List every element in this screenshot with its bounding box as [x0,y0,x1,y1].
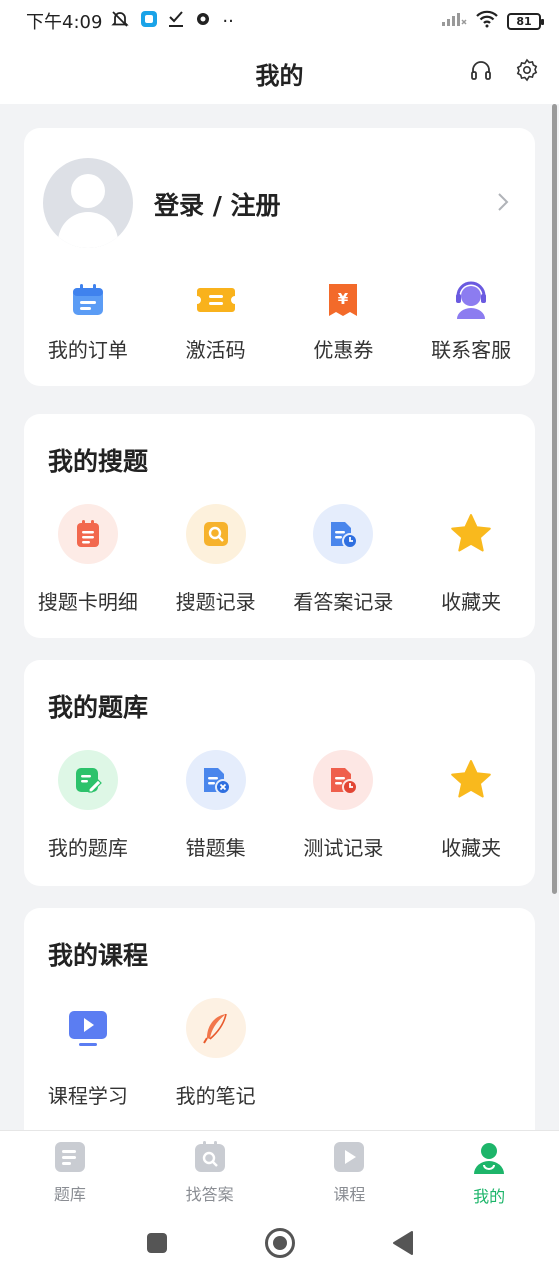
star-icon [441,504,501,564]
shortcut-coupons[interactable]: ¥ 优惠券 [280,280,408,363]
course-items: 课程学习 我的笔记 [24,998,535,1109]
tab-label: 我的 [473,1187,506,1206]
tab-label: 找答案 [185,1185,234,1204]
main-content: 登录 / 注册 我的订单 激活码 ¥ 优惠券 联系客服 我的搜题 搜题卡明细 搜… [0,104,559,1130]
answer-history-item[interactable]: 看答案记录 [280,504,408,615]
tab-courses[interactable]: 课程 [280,1131,420,1210]
tab-label: 课程 [333,1185,366,1204]
home-circle-icon[interactable] [264,1227,296,1263]
more-dots-icon: ·· [222,10,234,32]
status-right-icons: 81 [441,10,544,33]
search-doc-icon [185,504,246,564]
person-tab-icon [472,1141,506,1179]
svg-text:¥: ¥ [338,290,349,308]
shortcut-label: 激活码 [185,338,246,362]
bell-muted-icon [110,9,130,34]
test-history-item[interactable]: 测试记录 [280,750,408,861]
section-title: 我的搜题 [48,447,149,476]
item-label: 搜题卡明细 [37,590,138,614]
shortcut-label: 我的订单 [47,338,128,362]
play-screen-icon [58,998,118,1058]
avatar[interactable] [43,158,133,248]
bank-section-card: 我的题库 我的题库 错题集 测试记录 收藏夹 [24,660,535,886]
search-history-item[interactable]: 搜题记录 [152,504,280,615]
gear-small-icon [194,10,212,33]
shortcut-label: 联系客服 [431,338,512,362]
page-title: 我的 [255,61,304,90]
tab-find-answers[interactable]: 找答案 [140,1131,280,1210]
shortcut-customer-service[interactable]: 联系客服 [407,280,535,363]
section-title: 我的课程 [48,941,149,970]
edit-doc-icon [57,750,118,810]
bank-items: 我的题库 错题集 测试记录 收藏夹 [24,750,535,861]
tab-mine[interactable]: 我的 [419,1131,559,1210]
signal-icon [441,11,467,32]
wrong-questions-item[interactable]: 错题集 [152,750,280,861]
check-download-icon [168,10,184,33]
shortcut-activation-code[interactable]: 激活码 [152,280,280,363]
app-notification-icon [140,10,158,33]
my-notes-item[interactable]: 我的笔记 [152,998,280,1109]
tab-question-bank[interactable]: 题库 [0,1131,140,1210]
status-left-icons: ·· [110,9,234,34]
shortcut-label: 优惠券 [313,338,374,362]
wifi-icon [475,10,499,33]
item-label: 收藏夹 [441,836,502,860]
item-label: 看答案记录 [293,590,394,614]
item-label: 我的题库 [47,836,128,860]
calendar-order-icon [68,280,108,320]
login-register-link[interactable]: 登录 / 注册 [154,186,281,222]
battery-indicator: 81 [507,12,544,30]
search-card-detail-item[interactable]: 搜题卡明细 [24,504,152,615]
item-label: 收藏夹 [441,590,502,614]
profile-shortcuts: 我的订单 激活码 ¥ 优惠券 联系客服 [24,280,535,363]
headphones-icon[interactable] [469,58,493,86]
doc-clock-icon [313,504,374,564]
yuan-coupon-icon: ¥ [323,280,363,320]
headset-agent-icon [451,280,491,320]
system-nav-bar [0,1210,559,1280]
search-tab-icon [194,1141,226,1177]
bank-favorites-item[interactable]: 收藏夹 [407,750,535,861]
favorites-item[interactable]: 收藏夹 [407,504,535,615]
search-items: 搜题卡明细 搜题记录 看答案记录 收藏夹 [24,504,535,615]
item-label: 我的笔记 [175,1084,256,1108]
my-question-bank-item[interactable]: 我的题库 [24,750,152,861]
section-title: 我的题库 [48,693,149,722]
tab-label: 题库 [53,1185,86,1204]
status-time: 下午4:09 [26,12,103,33]
recents-square-icon[interactable] [146,1232,168,1258]
play-tab-icon [333,1141,365,1177]
doc-error-icon [185,750,246,810]
feather-icon [185,998,246,1058]
notepad-icon [57,504,118,564]
chevron-right-icon[interactable] [497,192,509,218]
back-triangle-icon[interactable] [392,1230,414,1260]
item-label: 搜题记录 [175,590,256,614]
page-header: 我的 [0,42,559,104]
star-icon [441,750,501,810]
item-label: 测试记录 [303,836,384,860]
ticket-code-icon [196,280,236,320]
doc-clock-icon [313,750,374,810]
profile-card: 登录 / 注册 我的订单 激活码 ¥ 优惠券 联系客服 [24,128,535,386]
settings-gear-icon[interactable] [515,58,539,86]
item-label: 错题集 [185,836,246,860]
shortcut-orders[interactable]: 我的订单 [24,280,152,363]
document-tab-icon [54,1141,86,1177]
bottom-tab-bar: 题库 找答案 课程 我的 [0,1130,559,1210]
status-bar: 下午4:09 ·· 81 [0,0,559,42]
search-section-card: 我的搜题 搜题卡明细 搜题记录 看答案记录 收藏夹 [24,414,535,638]
course-section-card: 我的课程 课程学习 我的笔记 [24,908,535,1130]
item-label: 课程学习 [47,1084,128,1108]
course-study-item[interactable]: 课程学习 [24,998,152,1109]
